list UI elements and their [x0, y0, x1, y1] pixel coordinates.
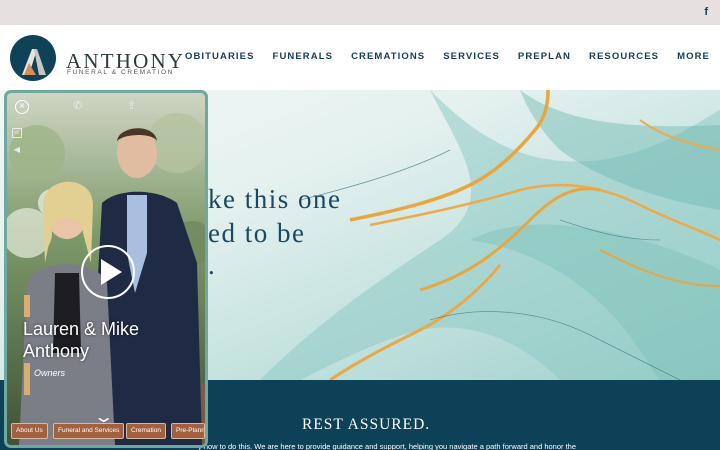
captions-icon[interactable]: cc	[12, 128, 22, 138]
role-accent-bar	[24, 363, 30, 395]
play-icon	[101, 259, 122, 285]
play-button[interactable]	[81, 245, 135, 299]
nav-cremations[interactable]: CREMATIONS	[351, 51, 425, 62]
nav-preplan[interactable]: PREPLAN	[518, 51, 571, 62]
pill-pre-planning[interactable]: Pre-Planning	[171, 423, 205, 439]
top-utility-bar: f	[0, 0, 720, 25]
section-title: REST ASSURED.	[302, 416, 431, 433]
pill-about-us[interactable]: About Us	[11, 423, 48, 439]
nav-more[interactable]: MORE	[677, 51, 710, 62]
nav-resources[interactable]: RESOURCES	[589, 51, 659, 62]
share-icon[interactable]: ⇪	[127, 99, 136, 112]
pill-cremation[interactable]: Cremation	[126, 423, 166, 439]
owner-role: Owners	[34, 368, 66, 378]
hero-heading-line-1: ke this one	[208, 184, 342, 214]
site-header: ANTHONY FUNERAL & CREMATION OBITUARIES F…	[0, 25, 720, 90]
owner-names-line-1: Lauren & Mike	[23, 319, 140, 339]
section-text: y how to do this. We are here to provide…	[198, 442, 577, 450]
name-accent-bar	[24, 295, 30, 317]
nav-funerals[interactable]: FUNERALS	[273, 51, 334, 62]
main-nav: OBITUARIES FUNERALS CREMATIONS SERVICES …	[185, 51, 710, 62]
pill-funeral-services[interactable]: Funeral and Services	[53, 423, 125, 439]
close-button[interactable]: ×	[15, 100, 29, 114]
logo-icon[interactable]	[10, 35, 56, 81]
hero-heading-line-3: .	[208, 250, 217, 280]
owner-names-line-2: Anthony	[23, 341, 90, 361]
phone-icon[interactable]: ✆	[73, 99, 82, 112]
video-widget[interactable]: × cc ◀ ✆ ⇪ Lauren & Mike Anthony Owners …	[4, 90, 208, 448]
volume-icon[interactable]: ◀	[12, 145, 22, 155]
nav-obituaries[interactable]: OBITUARIES	[185, 51, 255, 62]
facebook-icon[interactable]: f	[704, 6, 708, 18]
brand-tagline: FUNERAL & CREMATION	[67, 69, 174, 76]
hero-heading-line-2: ed to be	[208, 218, 306, 248]
nav-services[interactable]: SERVICES	[443, 51, 500, 62]
